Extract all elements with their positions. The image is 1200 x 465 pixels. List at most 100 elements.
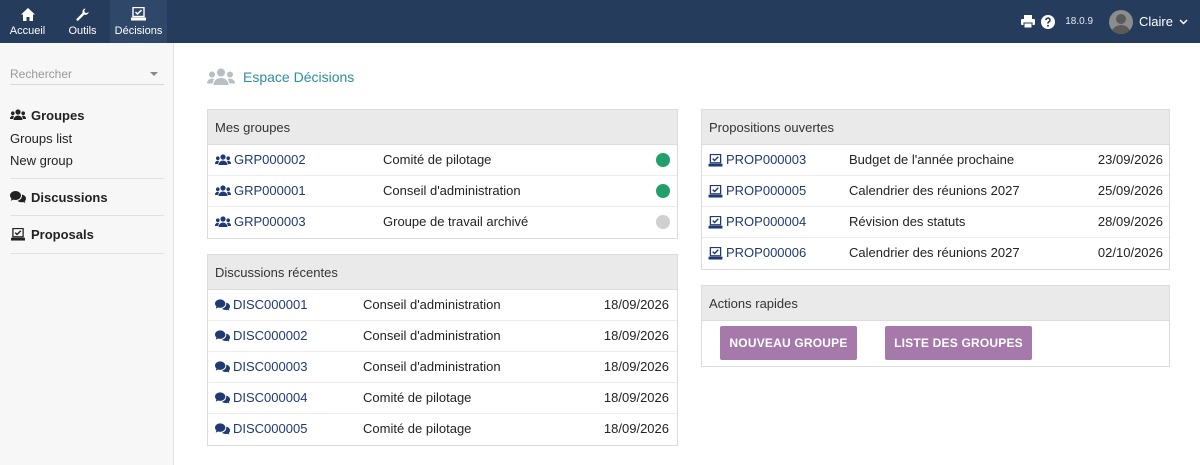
discussion-ref-link[interactable]: DISC000002 [215,321,307,351]
chevron-down-icon[interactable] [1179,18,1188,25]
top-right-tools: 18.0.9 Claire [1021,0,1200,43]
nav-outils[interactable]: Outils [55,0,110,43]
proposal-ref-link[interactable]: PROP000003 [708,145,806,175]
sidebar-item-discussions[interactable]: Discussions [10,188,164,206]
sidebar-item-label: Groupes [31,107,85,123]
nav-decisions-label: Décisions [114,25,163,37]
sidebar-divider [10,253,164,254]
page-title: Espace Décisions [207,66,354,88]
sidebar-item-proposals[interactable]: Proposals [10,225,164,243]
group-ref-link[interactable]: GRP000003 [215,207,306,237]
comments-icon [215,392,230,404]
table-row: GRP000003 Groupe de travail archivé [208,207,677,238]
vote-icon [708,246,723,260]
discussion-ref: DISC000003 [233,359,308,374]
sidebar-groups-section: Groupes Groups list New group [10,106,164,168]
nav-decisions[interactable]: Décisions [110,0,167,43]
table-row: GRP000001 Conseil d'administration [208,176,677,207]
discussion-ref: DISC000005 [233,421,308,436]
table-row: DISC000001 Conseil d'administration 18/09/… [208,290,677,321]
vote-icon [708,215,723,229]
discussion-ref: DISC000004 [233,390,308,405]
version-label: 18.0.9 [1065,16,1094,27]
discussion-date: 18/09/2026 [603,359,669,374]
search-placeholder: Rechercher [10,67,73,81]
search-input[interactable]: Rechercher [10,65,164,85]
comments-icon [10,191,26,203]
my-groups-panel: Mes groupes GRP000002 Comité de pilotage G… [207,109,678,239]
comments-icon [215,299,230,311]
sidebar-item-new-group[interactable]: New group [10,153,164,168]
discussion-date: 18/09/2026 [603,297,669,312]
status-dot [656,153,670,167]
print-icon[interactable] [1021,15,1036,28]
home-icon [20,6,35,22]
discussion-ref-link[interactable]: DISC000005 [215,414,307,444]
group-ref: GRP000002 [234,152,306,167]
sidebar: Rechercher Groupes Groups list New group… [0,43,174,465]
nav-accueil-label: Accueil [9,25,46,37]
proposal-ref-link[interactable]: PROP000006 [708,238,806,268]
vote-icon [708,184,723,198]
group-name: Comité de pilotage [383,152,492,167]
nav-accueil[interactable]: Accueil [0,0,55,43]
recent-discussions-panel: Discussions récentes DISC000001 Conseil d… [207,254,678,446]
comments-icon [215,330,230,342]
user-name[interactable]: Claire [1139,14,1173,29]
table-row: PROP000006 Calendrier des réunions 2027 02… [702,238,1169,269]
vote-icon [131,6,146,22]
sidebar-divider [10,178,164,179]
open-proposals-panel: Propositions ouvertes PROP000003 Budget d… [701,109,1170,270]
discussion-group: Conseil d'administration [363,328,501,343]
proposal-ref: PROP000004 [726,214,807,229]
sidebar-item-label: Proposals [31,226,94,242]
users-icon [215,185,231,196]
proposal-date: 02/10/2026 [1097,245,1163,260]
new-group-button[interactable]: NOUVEAU GROUPE [720,326,857,360]
proposal-date: 23/09/2026 [1097,152,1163,167]
proposal-ref: PROP000003 [726,152,807,167]
help-icon[interactable] [1041,14,1056,29]
sidebar-item-label: Discussions [31,189,108,205]
proposal-label: Calendrier des réunions 2027 [849,183,1020,198]
group-ref-link[interactable]: GRP000002 [215,145,306,175]
group-ref-link[interactable]: GRP000001 [215,176,306,206]
proposal-ref-link[interactable]: PROP000004 [708,207,806,237]
discussion-date: 18/09/2026 [603,328,669,343]
discussion-group: Comité de pilotage [363,421,472,436]
proposal-ref-link[interactable]: PROP000005 [708,176,806,206]
sidebar-proposals-section: Proposals [10,225,164,243]
discussion-ref-link[interactable]: DISC000003 [215,352,307,382]
dropdown-caret-icon [150,72,158,76]
table-row: DISC000004 Comité de pilotage 18/09/2026 [208,383,677,414]
group-name: Conseil d'administration [383,183,521,198]
sidebar-divider [10,215,164,216]
users-icon [215,154,231,165]
discussion-date: 18/09/2026 [603,390,669,405]
nav-outils-label: Outils [68,25,97,37]
users-icon [10,109,26,120]
discussion-ref-link[interactable]: DISC000001 [215,290,307,320]
group-list-button[interactable]: LISTE DES GROUPES [885,326,1032,360]
quick-actions-panel: Actions rapides NOUVEAU GROUPE LISTE DES… [701,285,1170,367]
sidebar-item-groups-list[interactable]: Groups list [10,131,164,146]
table-row: DISC000003 Conseil d'administration 18/09/… [208,352,677,383]
panel-title: Discussions récentes [208,255,677,290]
users-icon [215,216,231,227]
proposal-date: 28/09/2026 [1097,214,1163,229]
avatar[interactable] [1109,9,1134,34]
table-row: DISC000002 Conseil d'administration 18/09/… [208,321,677,352]
discussion-date: 18/09/2026 [603,421,669,436]
comments-icon [215,361,230,373]
discussion-ref: DISC000001 [233,297,308,312]
discussion-ref-link[interactable]: DISC000004 [215,383,307,413]
proposal-date: 25/09/2026 [1097,183,1163,198]
proposal-ref: PROP000006 [726,245,807,260]
group-ref: GRP000003 [234,214,306,229]
status-dot [656,184,670,198]
top-navigation-bar: Accueil Outils Décisions 18.0.9 Claire [0,0,1200,43]
group-name: Groupe de travail archivé [383,214,529,229]
comments-icon [215,423,230,435]
sidebar-item-groupes[interactable]: Groupes [10,106,164,124]
discussion-ref: DISC000002 [233,328,308,343]
